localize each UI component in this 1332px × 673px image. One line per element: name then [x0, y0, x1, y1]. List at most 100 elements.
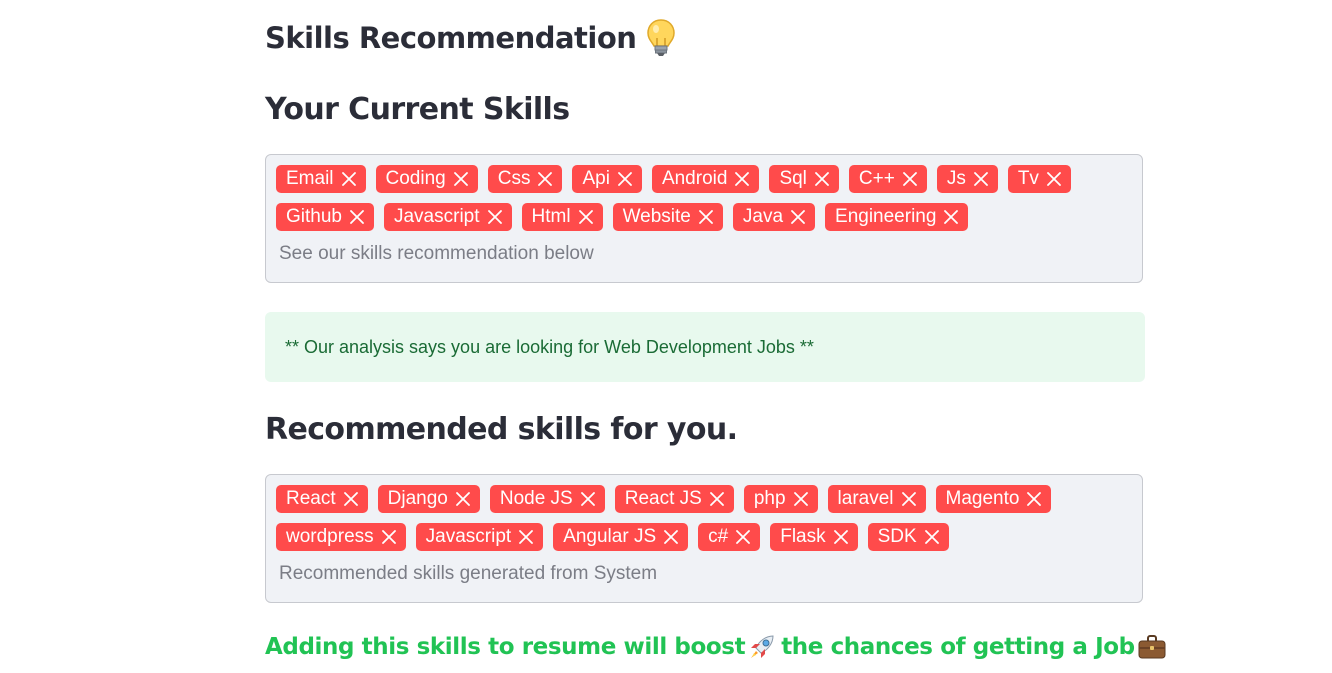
remove-tag-icon[interactable] [1027, 492, 1042, 506]
skill-tag: C++ [848, 165, 927, 193]
skill-tag: SDK [867, 523, 949, 551]
recommended-skills-tag-input[interactable]: React Django Node JS React JS php laravel Mage… [265, 474, 1143, 603]
skill-tag: c# [698, 523, 761, 551]
skill-tag-label: React JS [624, 488, 702, 509]
skill-tag-label: php [753, 488, 786, 509]
skill-tag: php [743, 485, 818, 513]
remove-tag-icon[interactable] [833, 530, 848, 544]
remove-tag-icon[interactable] [455, 492, 470, 506]
remove-tag-icon[interactable] [791, 210, 805, 224]
remove-tag-icon[interactable] [578, 210, 593, 224]
skill-tag: Sql [769, 165, 839, 193]
recommended-skills-heading: Recommended skills for you. [265, 412, 738, 447]
lightbulb-icon [646, 18, 676, 58]
skill-tag-label: Html [531, 206, 571, 227]
skill-tag-label: Android [661, 168, 728, 189]
skill-tag-label: Javascript [393, 206, 480, 227]
skill-tag: wordpress [276, 523, 406, 551]
remove-tag-icon[interactable] [580, 492, 595, 506]
remove-tag-icon[interactable] [924, 530, 939, 544]
skill-tag: Javascript [383, 203, 512, 231]
boost-message: Adding this skills to resume will boost … [265, 632, 1171, 662]
remove-tag-icon[interactable] [341, 172, 356, 186]
skill-tag-label: Java [742, 206, 784, 227]
tag-row: Email Coding Css Api Android Sql C++ Js Tv [276, 165, 1132, 193]
skill-tag: Html [521, 203, 603, 231]
skill-tag-label: Github [286, 206, 342, 227]
skill-tag-label: Coding [385, 168, 446, 189]
tag-row: wordpress Javascript Angular JS c# Flask SDK [276, 523, 1132, 551]
skill-tag: Node JS [489, 485, 605, 513]
skill-tag-label: Django [387, 488, 448, 509]
boost-text-part1: Adding this skills to resume will boost [265, 634, 746, 660]
remove-tag-icon[interactable] [350, 210, 364, 224]
skill-tag-label: C++ [858, 168, 895, 189]
remove-tag-icon[interactable] [944, 210, 959, 224]
remove-tag-icon[interactable] [519, 530, 534, 544]
skill-tag-label: Website [622, 206, 691, 227]
skill-tag-label: Flask [780, 526, 826, 547]
current-skills-placeholder: See our skills recommendation below [279, 243, 594, 264]
skill-tag: Tv [1007, 165, 1071, 193]
analysis-message: ** Our analysis says you are looking for… [265, 312, 1145, 382]
skill-tag: Coding [375, 165, 478, 193]
page-title-text: Skills Recommendation [265, 21, 637, 55]
skill-tag: Js [936, 165, 998, 193]
remove-tag-icon[interactable] [901, 492, 916, 506]
remove-tag-icon[interactable] [618, 172, 632, 186]
tag-row: Github Javascript Html Website Java Engineeri… [276, 203, 1132, 231]
remove-tag-icon[interactable] [487, 210, 502, 224]
skill-tag: Flask [770, 523, 858, 551]
briefcase-icon [1137, 632, 1167, 662]
skill-tag: Java [732, 203, 816, 231]
skill-tag-label: wordpress [286, 526, 374, 547]
remove-tag-icon[interactable] [664, 530, 679, 544]
remove-tag-icon[interactable] [381, 530, 396, 544]
remove-tag-icon[interactable] [815, 172, 829, 186]
remove-tag-icon[interactable] [902, 172, 917, 186]
skill-tag-label: React [286, 488, 336, 509]
skill-tag: Engineering [825, 203, 969, 231]
current-skills-heading: Your Current Skills [265, 92, 570, 127]
recommended-skills-placeholder: Recommended skills generated from System [279, 563, 658, 584]
analysis-message-text: ** Our analysis says you are looking for… [285, 336, 814, 357]
remove-tag-icon[interactable] [793, 492, 808, 506]
rocket-icon [747, 632, 777, 662]
skill-tag: Javascript [415, 523, 544, 551]
skill-tag: Api [572, 165, 642, 193]
skill-tag-label: Javascript [425, 526, 512, 547]
remove-tag-icon[interactable] [1047, 172, 1061, 186]
skill-tag-label: Node JS [499, 488, 573, 509]
remove-tag-icon[interactable] [538, 172, 553, 186]
skill-tag: Css [487, 165, 563, 193]
skill-tag: laravel [827, 485, 926, 513]
skill-tag-label: Sql [779, 168, 807, 189]
remove-tag-icon[interactable] [736, 530, 751, 544]
remove-tag-icon[interactable] [973, 172, 988, 186]
skill-tag: Email [276, 165, 366, 193]
remove-tag-icon[interactable] [698, 210, 713, 224]
remove-tag-icon[interactable] [343, 492, 358, 506]
skill-tag-label: Engineering [835, 206, 937, 227]
skill-tag-label: Tv [1017, 168, 1039, 189]
current-skills-tag-input[interactable]: Email Coding Css Api Android Sql C++ Js Tv Github… [265, 154, 1143, 283]
skill-tag: Android [651, 165, 760, 193]
skill-tag: Magento [935, 485, 1052, 513]
skill-tag: React [276, 485, 368, 513]
skill-tag-label: Magento [945, 488, 1020, 509]
skill-tag: Django [377, 485, 480, 513]
remove-tag-icon[interactable] [453, 172, 468, 186]
skill-tag-label: c# [708, 526, 729, 547]
page-title: Skills Recommendation [265, 18, 676, 58]
skill-tag-label: Js [946, 168, 966, 189]
skill-tag-label: SDK [877, 526, 917, 547]
remove-tag-icon[interactable] [709, 492, 724, 506]
skill-tag-label: Angular JS [563, 526, 657, 547]
boost-text-part2: the chances of getting a Job [781, 634, 1135, 660]
skill-tag-label: Css [497, 168, 531, 189]
skill-tag: Angular JS [553, 523, 689, 551]
skill-tag-label: Api [582, 168, 610, 189]
skill-tag-label: laravel [837, 488, 894, 509]
remove-tag-icon[interactable] [735, 172, 750, 186]
skill-tag: Github [276, 203, 374, 231]
